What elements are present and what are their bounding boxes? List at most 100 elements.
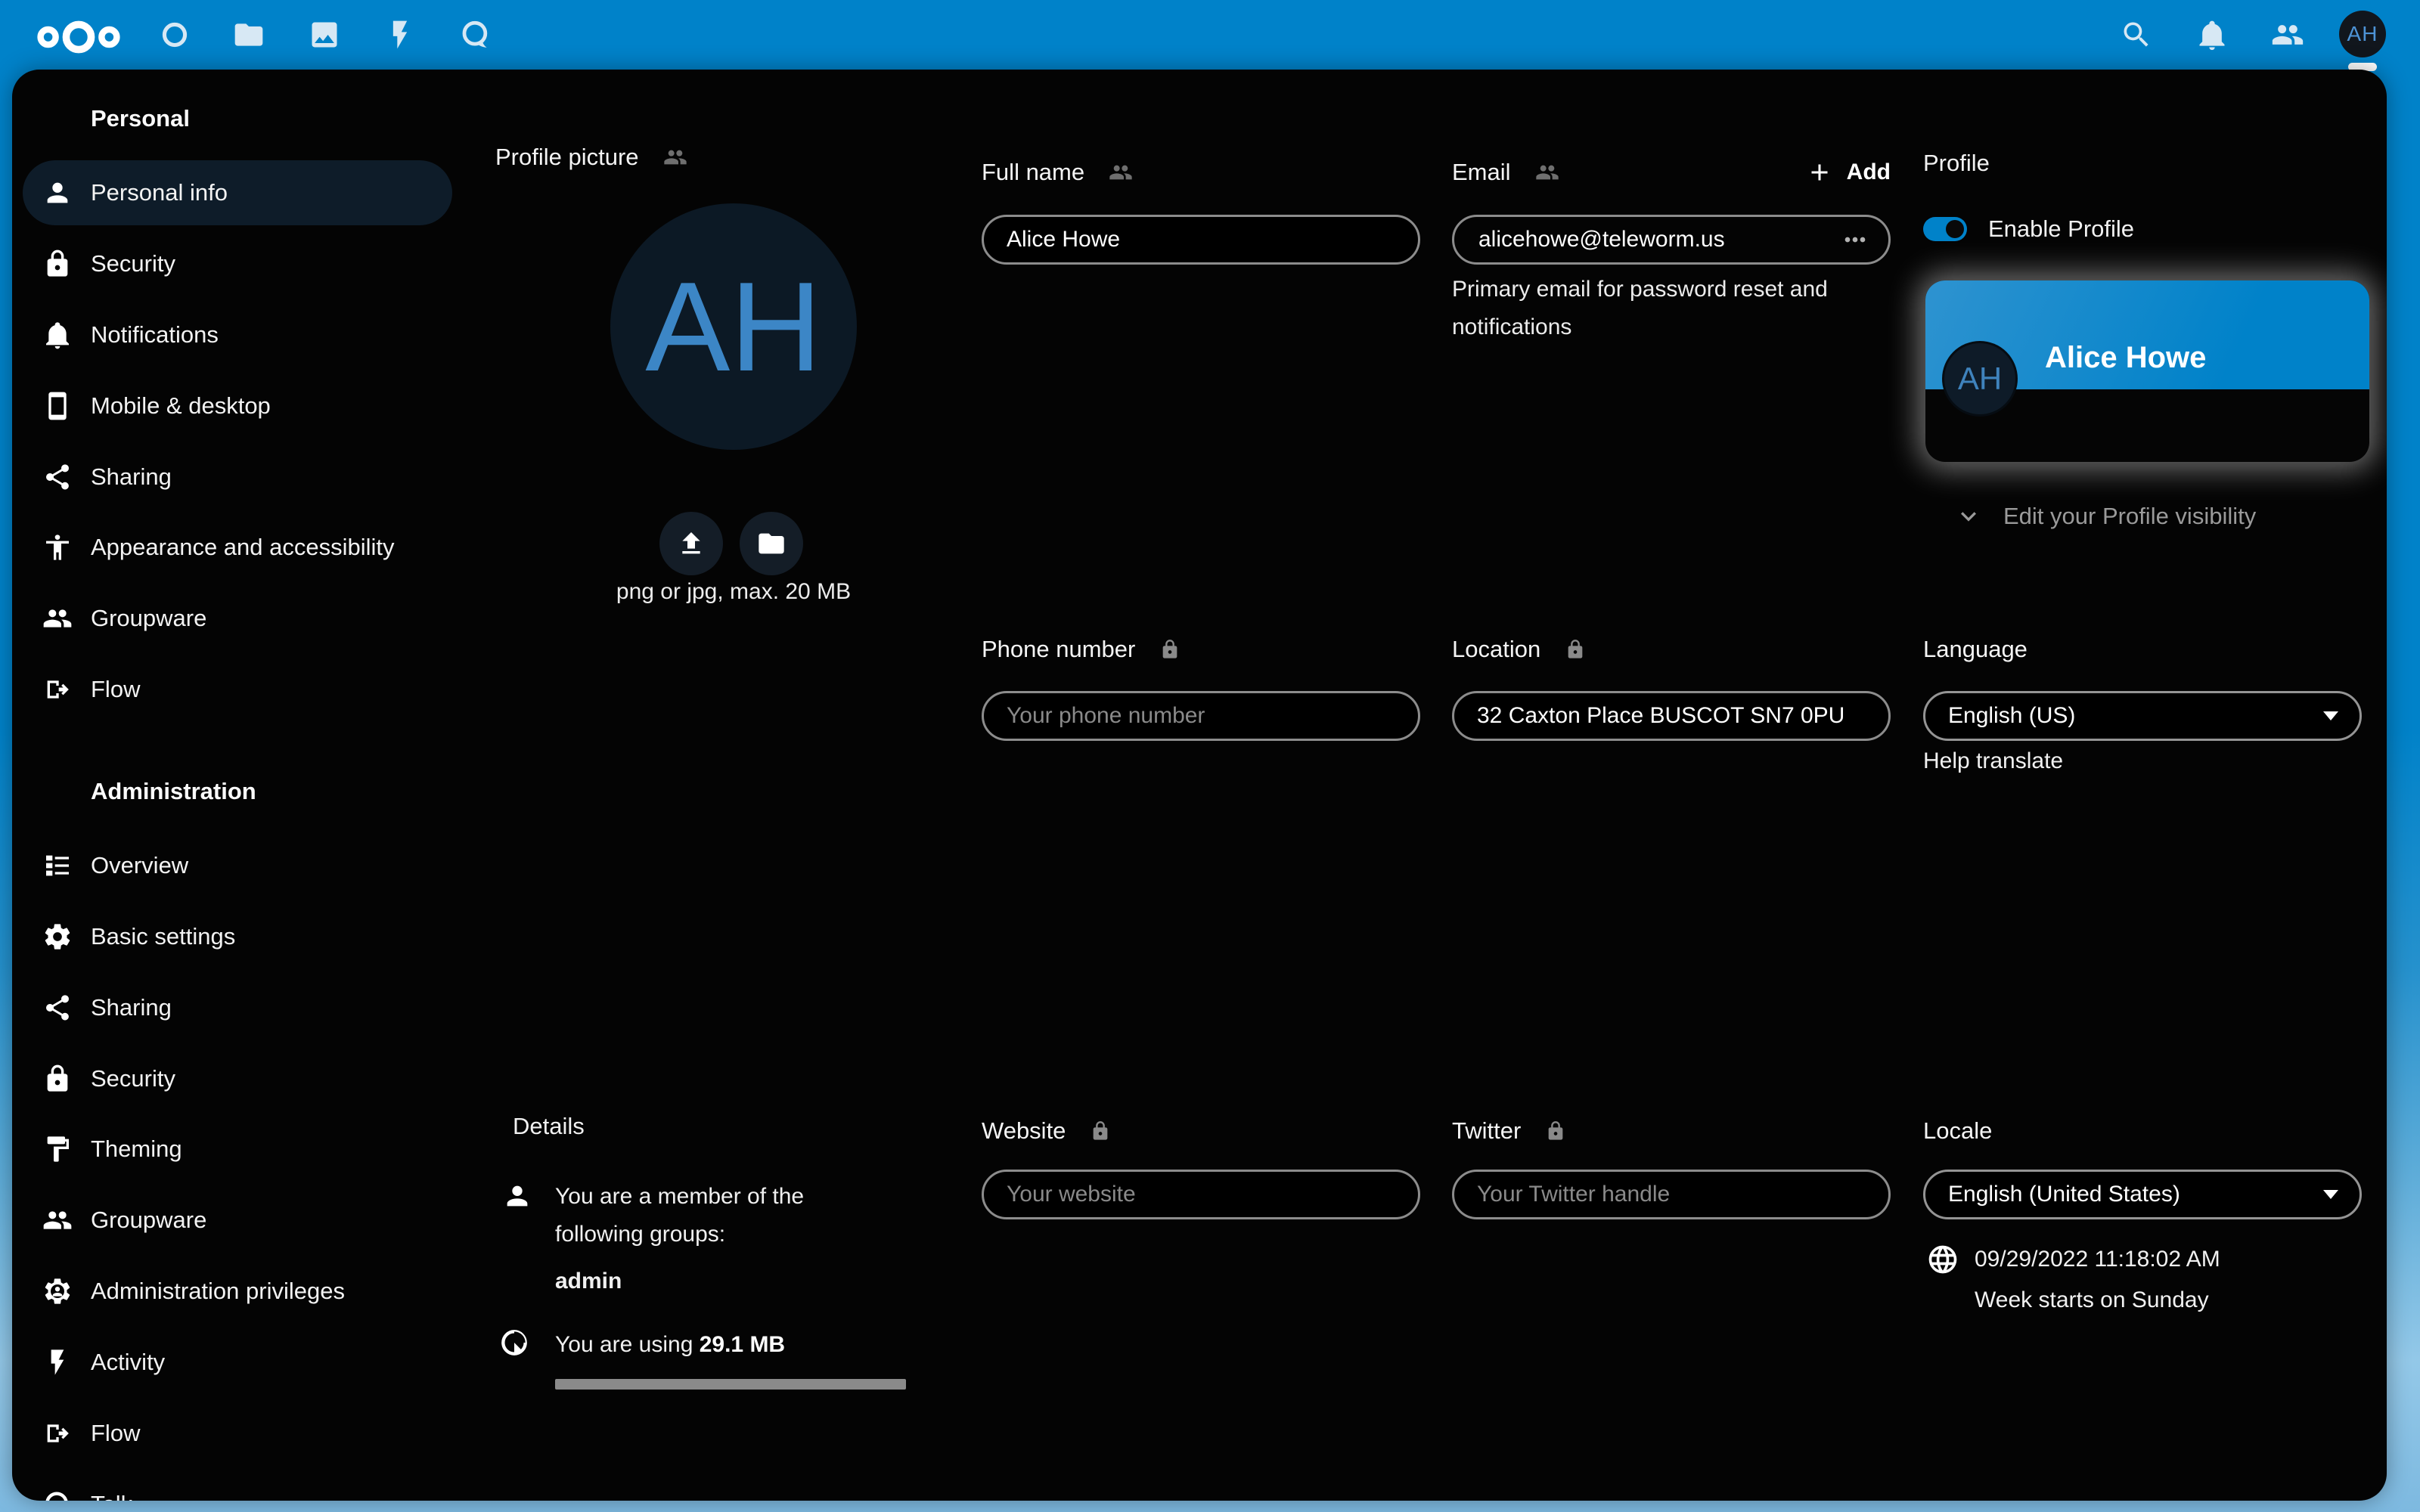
add-email-button[interactable]: Add (1806, 159, 1891, 186)
language-select[interactable]: English (US) (1923, 691, 2362, 741)
share-icon (42, 993, 73, 1023)
cellphone-icon (42, 391, 73, 421)
quota-progress-bar (555, 1379, 906, 1390)
files-icon[interactable] (232, 18, 265, 51)
email-input[interactable] (1477, 226, 1840, 253)
phone-label: Phone number (982, 636, 1135, 663)
website-input[interactable] (982, 1170, 1420, 1219)
bell-icon (42, 320, 73, 350)
notifications-icon[interactable] (2195, 18, 2229, 51)
locale-week-start: Week starts on Sunday (1975, 1284, 2209, 1317)
twitter-label: Twitter (1452, 1117, 1521, 1145)
groupware-icon (42, 603, 73, 634)
sidebar-item-admin-sharing[interactable]: Sharing (23, 975, 452, 1040)
share-icon (42, 462, 73, 492)
sidebar-item-admin-security[interactable]: Security (23, 1046, 452, 1111)
federation-scope-icon[interactable] (1109, 160, 1133, 184)
quota-text: You are using 29.1 MB (555, 1326, 785, 1364)
federation-scope-icon[interactable] (663, 145, 687, 169)
quota-value: 29.1 MB (700, 1332, 785, 1357)
sidebar-heading-administration: Administration (91, 778, 256, 805)
photos-icon[interactable] (308, 18, 341, 51)
lock-icon[interactable] (1090, 1120, 1111, 1142)
enable-profile-toggle[interactable] (1923, 217, 1967, 241)
contacts-icon[interactable] (2271, 18, 2304, 51)
location-input[interactable] (1452, 691, 1891, 741)
profile-picture-initials: AH (645, 254, 821, 400)
accessibility-icon (42, 532, 73, 562)
sidebar-item-security[interactable]: Security (23, 231, 452, 296)
quota-icon (499, 1328, 529, 1358)
sidebar-item-groupware[interactable]: Groupware (23, 586, 452, 651)
caret-down-icon (2323, 1190, 2338, 1199)
sidebar-item-sharing[interactable]: Sharing (23, 445, 452, 510)
sidebar-item-notifications[interactable]: Notifications (23, 302, 452, 367)
sidebar-item-admin-flow[interactable]: Flow (23, 1401, 452, 1466)
location-header: Location (1452, 631, 1586, 668)
locale-label: Locale (1923, 1117, 1992, 1145)
search-icon[interactable] (2120, 18, 2153, 51)
upload-avatar-button[interactable] (659, 512, 723, 575)
profile-picture-label: Profile picture (495, 144, 639, 171)
choose-from-files-button[interactable] (740, 512, 803, 575)
upload-icon (676, 528, 706, 559)
locale-header: Locale (1923, 1113, 1992, 1149)
admin-privileges-icon (42, 1276, 73, 1306)
locale-select[interactable]: English (United States) (1923, 1170, 2362, 1219)
twitter-header: Twitter (1452, 1113, 1566, 1149)
full-name-input[interactable] (982, 215, 1420, 265)
chevron-down-icon (1953, 501, 1984, 531)
activity-icon[interactable] (383, 18, 417, 51)
locale-datetime: 09/29/2022 11:18:02 AM (1975, 1243, 2220, 1276)
email-label: Email (1452, 159, 1511, 186)
profile-card-name: Alice Howe (2045, 341, 2206, 375)
profile-picture-header: Profile picture (495, 139, 687, 175)
nextcloud-logo[interactable] (30, 18, 127, 56)
sidebar-item-admin-talk[interactable]: Talk (23, 1472, 452, 1501)
sidebar-item-mobile-desktop[interactable]: Mobile & desktop (23, 373, 452, 438)
email-actions-icon[interactable] (1840, 225, 1870, 255)
talk-icon (42, 1489, 73, 1501)
dashboard-icon[interactable] (158, 18, 191, 51)
profile-card-initials: AH (1958, 361, 2002, 397)
flow-icon (42, 674, 73, 705)
phone-header: Phone number (982, 631, 1181, 668)
lock-icon[interactable] (1159, 639, 1181, 660)
email-helper-text: Primary email for password reset and not… (1452, 271, 1845, 346)
help-translate-link[interactable]: Help translate (1923, 748, 2063, 774)
language-header: Language (1923, 631, 2028, 668)
sidebar-item-admin-privileges[interactable]: Administration privileges (23, 1259, 452, 1324)
groupware-icon (42, 1205, 73, 1235)
profile-preview-card: AH Alice Howe (1925, 280, 2369, 462)
profile-picture-avatar: AH (610, 203, 857, 450)
account-icon (42, 178, 73, 208)
lock-icon[interactable] (1565, 639, 1586, 660)
sidebar-item-admin-activity[interactable]: Activity (23, 1330, 452, 1395)
sidebar-item-flow[interactable]: Flow (23, 657, 452, 722)
full-name-label: Full name (982, 159, 1084, 186)
group-member-icon (502, 1181, 532, 1211)
enable-profile-label: Enable Profile (1988, 215, 2134, 243)
globe-icon (1926, 1243, 1959, 1276)
twitter-input[interactable] (1452, 1170, 1891, 1219)
profile-heading: Profile (1923, 150, 1990, 177)
phone-input[interactable] (982, 691, 1420, 741)
edit-profile-visibility[interactable]: Edit your Profile visibility (1953, 500, 2256, 533)
lock-icon (42, 249, 73, 279)
sidebar-item-admin-basic-settings[interactable]: Basic settings (23, 904, 452, 969)
federation-scope-icon[interactable] (1535, 160, 1559, 184)
sidebar-item-admin-overview[interactable]: Overview (23, 833, 452, 898)
sidebar-item-personal-info[interactable]: Personal info (23, 160, 452, 225)
website-header: Website (982, 1113, 1111, 1149)
sidebar-item-admin-groupware[interactable]: Groupware (23, 1188, 452, 1253)
user-avatar[interactable]: AH (2339, 11, 2386, 57)
talk-icon[interactable] (459, 18, 492, 51)
caret-down-icon (2323, 711, 2338, 720)
lock-icon[interactable] (1545, 1120, 1566, 1142)
edit-profile-visibility-label: Edit your Profile visibility (2003, 503, 2256, 530)
sidebar-item-appearance[interactable]: Appearance and accessibility (23, 515, 452, 580)
full-name-header: Full name (982, 154, 1133, 191)
lock-icon (42, 1064, 73, 1094)
sidebar-item-admin-theming[interactable]: Theming (23, 1117, 452, 1182)
profile-card-avatar: AH (1942, 341, 2018, 417)
